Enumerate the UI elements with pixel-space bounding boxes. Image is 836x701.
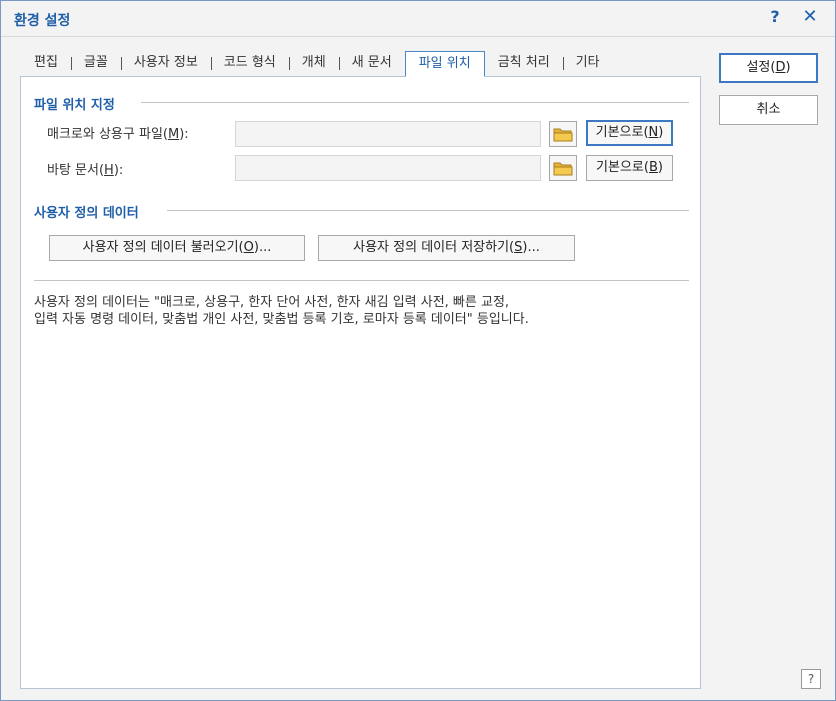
folder-icon [553,128,573,142]
user-data-description: 사용자 정의 데이터는 "매크로, 상용구, 한자 단어 사전, 한자 새김 입… [34,295,529,327]
tab-object[interactable]: 개체 [288,51,339,75]
corner-help-button[interactable]: ? [801,669,821,689]
background-default-button[interactable]: 기본으로(B) [586,155,673,181]
tab-strip: 편집 글꼴 사용자 정보 코드 형식 개체 새 문서 파일 위치 금칙 처리 기… [21,51,613,77]
macro-file-label: 매크로와 상용구 파일(M): [47,127,189,142]
folder-icon [553,162,573,176]
tab-font[interactable]: 글꼴 [70,51,121,75]
tab-new-document[interactable]: 새 문서 [338,51,405,75]
section-title-user-data: 사용자 정의 데이터 [34,206,139,221]
background-browse-button[interactable] [549,155,577,181]
help-button[interactable]: ? [765,7,785,29]
section-divider [141,102,689,103]
close-button[interactable]: ✕ [799,6,821,30]
tab-line-breaking[interactable]: 금칙 처리 [485,51,563,75]
settings-dialog: 환경 설정 ? ✕ 편집 글꼴 사용자 정보 코드 형식 개체 새 문서 파일 … [0,0,836,701]
description-divider [34,280,689,281]
ok-button[interactable]: 설정(D) [719,53,818,83]
tab-panel-file-location: 파일 위치 지정 매크로와 상용구 파일(M): 기본으로(N) 바탕 문서(H… [20,76,701,689]
cancel-button[interactable]: 취소 [719,95,818,125]
macro-default-button[interactable]: 기본으로(N) [586,120,673,146]
macro-file-path-input[interactable] [235,121,541,147]
section-title-file-location: 파일 위치 지정 [34,98,115,113]
tab-code-format[interactable]: 코드 형식 [210,51,289,75]
background-doc-label: 바탕 문서(H): [47,163,124,178]
tab-file-location[interactable]: 파일 위치 [404,51,485,77]
background-doc-path-input[interactable] [235,155,541,181]
save-user-data-button[interactable]: 사용자 정의 데이터 저장하기(S)... [318,235,575,261]
section-divider [167,210,689,211]
load-user-data-button[interactable]: 사용자 정의 데이터 불러오기(O)... [49,235,305,261]
tab-other[interactable]: 기타 [562,51,613,75]
dialog-title: 환경 설정 [14,13,71,29]
tab-edit[interactable]: 편집 [21,51,71,75]
title-bar: 환경 설정 ? ✕ [1,1,835,37]
macro-browse-button[interactable] [549,121,577,147]
tab-user-info[interactable]: 사용자 정보 [120,51,211,75]
